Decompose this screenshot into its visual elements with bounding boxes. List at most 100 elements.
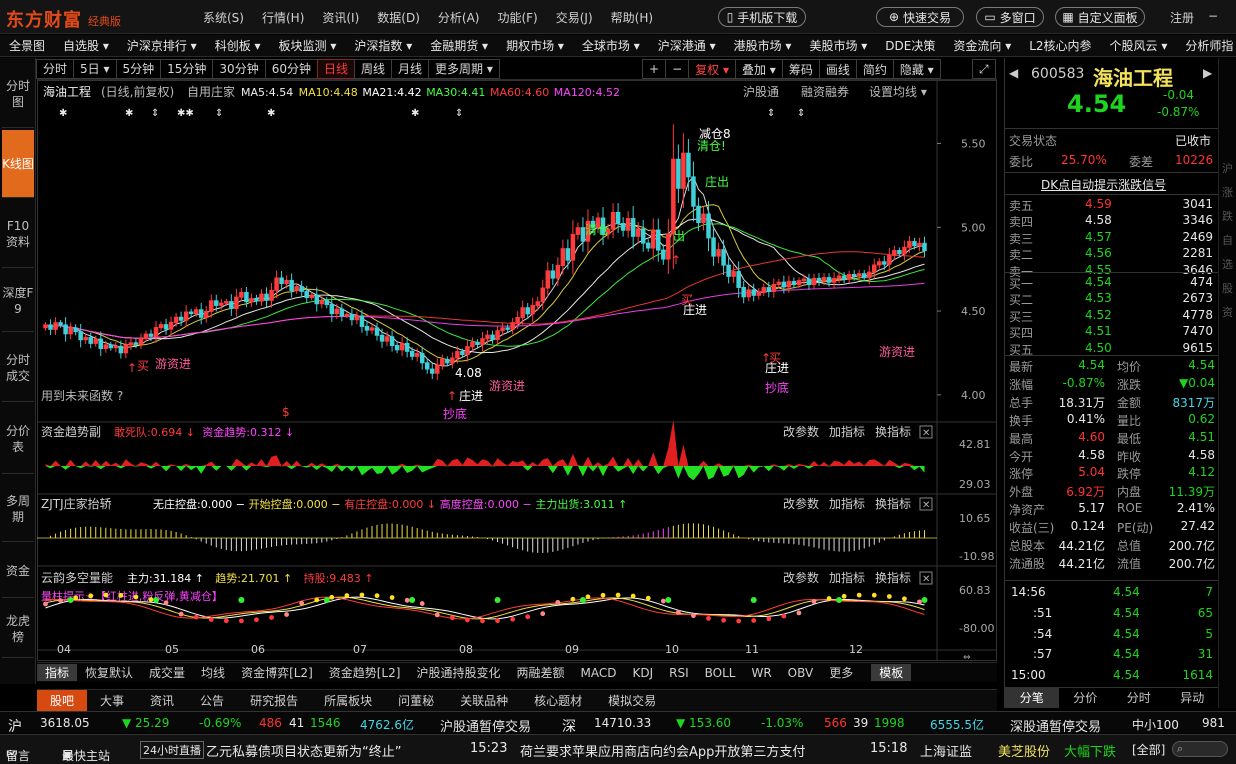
chart-tool-button[interactable]: − — [665, 59, 690, 79]
custom-panel-button[interactable]: ▦ 自定义面板 — [1055, 7, 1145, 27]
quote-tab[interactable]: 异动 — [1166, 688, 1220, 708]
indicator-button[interactable]: 资金博弈[L2] — [233, 664, 321, 681]
market-nav-item[interactable]: 分析师指 — [1176, 37, 1236, 54]
indicator-button[interactable]: BOLL — [697, 666, 744, 680]
menu-item-7[interactable]: 帮助(H) — [611, 9, 653, 26]
book-row[interactable]: 卖二 4.56 2281 — [1005, 245, 1219, 263]
minimize-icon[interactable]: − — [1208, 9, 1218, 26]
info-tab[interactable]: 核心题材 — [521, 690, 595, 712]
indicator-button[interactable]: 成交量 — [141, 664, 193, 681]
period-tab[interactable]: 15分钟 — [160, 58, 214, 79]
menu-item-5[interactable]: 功能(F) — [497, 9, 537, 26]
sidebar-tab[interactable]: K线图 — [2, 130, 34, 198]
sidebar-tab[interactable]: 分时成交 — [2, 334, 34, 402]
news-item-2[interactable]: 荷兰要求苹果应用商店向约会App开放第三方支付 — [520, 741, 805, 760]
sh-index[interactable]: 3618.05 — [40, 716, 90, 730]
menu-item-0[interactable]: 系统(S) — [203, 9, 244, 26]
quote-tab[interactable]: 分时 — [1112, 688, 1166, 708]
period-tab[interactable]: 5分钟 — [115, 58, 162, 79]
book-row[interactable]: 买三 4.52 4778 — [1005, 307, 1219, 325]
dk-signal-link[interactable]: DK点自动提示涨跌信号 — [1041, 176, 1166, 193]
indicator-button[interactable]: 两融差额 — [508, 664, 572, 681]
alert-all[interactable]: [全部] — [1132, 741, 1165, 758]
quote-tab[interactable]: 分笔 — [1005, 688, 1059, 708]
indicator-button[interactable]: 资金趋势[L2] — [321, 664, 409, 681]
search-box[interactable]: ⌕ — [1172, 741, 1228, 757]
quick-trade-button[interactable]: ⊕ 快速交易 — [876, 7, 964, 27]
login-link[interactable]: 注册 — [1170, 9, 1194, 26]
indicator-button[interactable]: MACD — [572, 666, 624, 680]
menu-item-6[interactable]: 交易(J) — [556, 9, 593, 26]
mobile-download-button[interactable]: ▯ 手机版下载 — [718, 7, 806, 27]
book-row[interactable]: 买一 4.54 474 — [1005, 274, 1219, 292]
indicator-button[interactable]: RSI — [661, 666, 697, 680]
sz-index[interactable]: 14710.33 — [594, 716, 651, 730]
multi-window-button[interactable]: ▭ 多窗口 — [976, 7, 1044, 27]
market-nav-item[interactable]: 沪深指数 ▾ — [345, 37, 421, 54]
info-tab[interactable]: 研究报告 — [237, 690, 311, 712]
live-label[interactable]: 24小时直播 — [140, 741, 204, 759]
info-tab[interactable]: 模拟交易 — [595, 690, 669, 712]
info-tab[interactable]: 所属板块 — [311, 690, 385, 712]
market-nav-item[interactable]: 期权市场 ▾ — [497, 37, 573, 54]
chart-tool-button[interactable]: 简约 — [855, 59, 894, 79]
book-row[interactable]: 卖四 4.58 3346 — [1005, 212, 1219, 230]
sidebar-tab[interactable]: 资金 — [2, 544, 34, 598]
menu-item-3[interactable]: 数据(D) — [377, 9, 420, 26]
market-nav-item[interactable]: 沪深港通 ▾ — [649, 37, 725, 54]
market-nav-item[interactable]: L2核心内参 — [1020, 37, 1100, 54]
book-row[interactable]: 买四 4.51 7470 — [1005, 323, 1219, 341]
stock-code-input[interactable] — [1031, 64, 1089, 84]
prev-stock-icon[interactable]: ◀ — [1009, 66, 1018, 80]
indicator-button[interactable]: WR — [743, 666, 779, 680]
market-nav-item[interactable]: DDE决策 — [876, 37, 944, 54]
sidebar-tab[interactable]: 分时图 — [2, 60, 34, 128]
menu-item-4[interactable]: 分析(A) — [438, 9, 480, 26]
news-item-1[interactable]: 乙元私募债项目状态更新为“终止” — [206, 741, 401, 760]
market-nav-item[interactable]: 美股市场 ▾ — [800, 37, 876, 54]
market-nav-item[interactable]: 资金流向 ▾ — [944, 37, 1020, 54]
chart-tool-button[interactable]: 画线 — [818, 59, 857, 79]
market-nav-item[interactable]: 沪深京排行 ▾ — [118, 37, 206, 54]
indicator-button[interactable]: 沪股通持股变化 — [408, 664, 508, 681]
market-nav-item[interactable]: 港股市场 ▾ — [725, 37, 801, 54]
info-tab[interactable]: 大事 — [87, 690, 137, 712]
book-row[interactable]: 买二 4.53 2673 — [1005, 290, 1219, 308]
indicator-button[interactable]: 指标 — [37, 664, 78, 681]
info-tab[interactable]: 资讯 — [137, 690, 187, 712]
book-row[interactable]: 卖三 4.57 2469 — [1005, 229, 1219, 247]
info-tab[interactable]: 公告 — [187, 690, 237, 712]
dk-signal-row[interactable]: DK点自动提示涨跌信号 — [1005, 175, 1219, 193]
info-tab[interactable]: 问董秘 — [385, 690, 447, 712]
chart-tool-button[interactable]: + — [642, 59, 667, 79]
indicator-button[interactable]: KDJ — [624, 666, 661, 680]
market-nav-item[interactable]: 金融期货 ▾ — [421, 37, 497, 54]
chart-tool-button[interactable]: 叠加 ▾ — [734, 59, 783, 79]
period-tab[interactable]: 更多周期 ▾ — [428, 58, 500, 79]
period-tab[interactable]: 60分钟 — [264, 58, 318, 79]
indicator-button[interactable]: 均线 — [193, 664, 233, 681]
chart-tool-button[interactable]: 筹码 — [781, 59, 820, 79]
alert-stock[interactable]: 美芝股份 — [998, 741, 1050, 760]
kline-chart-area[interactable]: 5.50 5.00 4.50 4.00 海油工程 (日线,前复权) 自用庄家 MA5:4.54… — [37, 80, 997, 668]
chart-tool-button[interactable]: 隐藏 ▾ — [892, 59, 941, 79]
sidebar-tab[interactable]: F10资料 — [2, 200, 34, 268]
sidebar-tab[interactable]: 深度F9 — [2, 270, 34, 332]
market-nav-item[interactable]: 科创板 ▾ — [206, 37, 270, 54]
book-row[interactable]: 卖五 4.59 3041 — [1005, 196, 1219, 214]
period-tab[interactable]: 5日 ▾ — [73, 58, 117, 79]
period-tab[interactable]: 月线 — [391, 58, 430, 79]
market-nav-item[interactable]: 自选股 ▾ — [54, 37, 118, 54]
period-tab[interactable]: 分时 — [36, 58, 75, 79]
sidebar-tab[interactable]: 龙虎榜 — [2, 600, 34, 658]
quote-tab[interactable]: 分价 — [1059, 688, 1113, 708]
info-tab[interactable]: 股吧 — [37, 689, 88, 712]
fullscreen-icon[interactable]: ⤢ — [972, 59, 996, 79]
info-tab[interactable]: 关联品种 — [447, 690, 521, 712]
indicator-button[interactable]: 恢复默认 — [77, 664, 141, 681]
period-tab[interactable]: 30分钟 — [212, 58, 266, 79]
period-tab[interactable]: 日线 — [316, 58, 355, 79]
indicator-button[interactable]: 更多 — [821, 664, 861, 681]
market-nav-item[interactable]: 个股风云 ▾ — [1101, 37, 1177, 54]
period-tab[interactable]: 周线 — [354, 58, 393, 79]
